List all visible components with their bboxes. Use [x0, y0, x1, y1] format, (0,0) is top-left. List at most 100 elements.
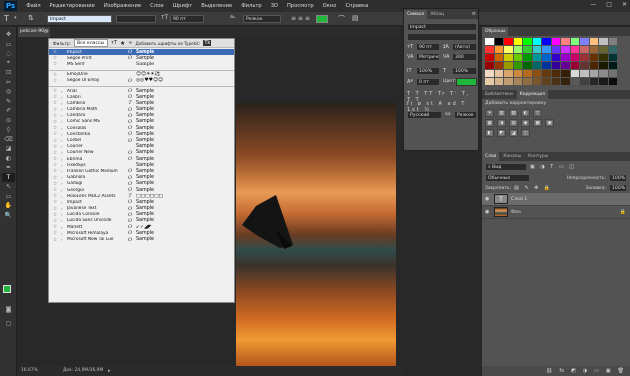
- color-swatch[interactable]: [599, 70, 608, 77]
- star-icon[interactable]: ☆: [49, 144, 61, 150]
- color-swatch[interactable]: [570, 70, 579, 77]
- foreground-color-swatch[interactable]: [3, 285, 11, 293]
- color-swatch[interactable]: [485, 46, 494, 53]
- layer-name[interactable]: Слой 1: [511, 197, 527, 202]
- color-swatch[interactable]: [551, 54, 560, 61]
- filter-tt-icon[interactable]: ᴛT: [111, 40, 117, 46]
- adjustment-icon[interactable]: ◑: [497, 119, 506, 127]
- menu-image[interactable]: Изображение: [104, 3, 141, 9]
- font-item-segoe-ui-emoji[interactable]: ☆ Segoe UI Emoji O ◎◎♥♥☺☺: [49, 78, 234, 84]
- menu-layer[interactable]: Слои: [150, 3, 163, 9]
- color-swatch[interactable]: [542, 54, 551, 61]
- star-icon[interactable]: ☆: [49, 78, 61, 84]
- star-icon[interactable]: ☆: [49, 94, 61, 100]
- menu-help[interactable]: Справка: [345, 3, 368, 9]
- lock-icons[interactable]: ▨ ✎ ✥ 🔒: [514, 185, 552, 191]
- layers-footer-icon[interactable]: ▭: [594, 368, 599, 374]
- color-swatch[interactable]: [542, 46, 551, 53]
- menu-edit[interactable]: Редактирование: [50, 3, 95, 9]
- menu-file[interactable]: Файл: [26, 3, 40, 9]
- color-swatch[interactable]: [599, 38, 608, 45]
- star-icon[interactable]: ☆: [49, 100, 61, 106]
- shape-tool-icon[interactable]: ▭: [2, 192, 15, 202]
- color-swatch[interactable]: [570, 38, 579, 45]
- char-font-style[interactable]: [407, 33, 477, 41]
- opacity-field[interactable]: 100%: [609, 174, 627, 182]
- adjustment-icon[interactable]: ▥: [497, 109, 506, 117]
- char-font-size[interactable]: 90 пт: [416, 43, 440, 51]
- layers-footer-icon[interactable]: fx: [559, 368, 564, 374]
- star-icon[interactable]: ☆: [49, 193, 61, 199]
- menu-window[interactable]: Окно: [323, 3, 337, 9]
- color-swatch[interactable]: [523, 70, 532, 77]
- color-swatch[interactable]: [570, 78, 579, 85]
- tab-paragraph[interactable]: Абзац: [427, 10, 447, 19]
- color-swatch[interactable]: [589, 78, 598, 85]
- color-swatch[interactable]: [513, 62, 522, 69]
- color-swatch[interactable]: [589, 70, 598, 77]
- eyedropper-tool-icon[interactable]: ✂: [2, 78, 15, 88]
- tab-adjustments[interactable]: Коррекция: [516, 90, 548, 99]
- color-swatch[interactable]: [561, 54, 570, 61]
- color-swatch[interactable]: [523, 54, 532, 61]
- layer-filter-icons[interactable]: ▣ ◑ T ▭ ◫: [530, 164, 576, 170]
- type-tool-icon[interactable]: T: [2, 172, 15, 182]
- layers-footer-icon[interactable]: ⛓: [546, 368, 552, 374]
- color-swatch[interactable]: [532, 62, 541, 69]
- path-select-tool-icon[interactable]: ↖: [2, 182, 15, 192]
- stamp-tool-icon[interactable]: ✐: [2, 106, 15, 116]
- color-swatch[interactable]: [589, 62, 598, 69]
- color-swatch[interactable]: [485, 54, 494, 61]
- close-button[interactable]: ✕: [622, 1, 627, 8]
- font-style-field[interactable]: [116, 15, 156, 23]
- star-icon[interactable]: ☆: [49, 212, 61, 218]
- eye-icon[interactable]: ◉: [485, 196, 491, 202]
- color-swatch[interactable]: [485, 78, 494, 85]
- color-swatch[interactable]: [513, 38, 522, 45]
- color-swatch[interactable]: [551, 38, 560, 45]
- char-color-swatch[interactable]: [456, 78, 477, 86]
- color-swatch[interactable]: [494, 46, 503, 53]
- brush-tool-icon[interactable]: ✎: [2, 97, 15, 107]
- color-swatch[interactable]: [485, 70, 494, 77]
- color-swatch[interactable]: [504, 54, 513, 61]
- color-swatch[interactable]: [561, 46, 570, 53]
- tab-channels[interactable]: Каналы: [500, 152, 524, 161]
- color-swatch[interactable]: [504, 38, 513, 45]
- color-swatch[interactable]: [513, 54, 522, 61]
- char-leading[interactable]: (Авто): [452, 43, 477, 51]
- color-swatch[interactable]: [580, 78, 589, 85]
- color-swatch[interactable]: [551, 62, 560, 69]
- eraser-tool-icon[interactable]: ◊: [2, 125, 15, 135]
- color-swatch[interactable]: [494, 70, 503, 77]
- star-filter-icon[interactable]: ★: [120, 40, 125, 47]
- tab-swatches[interactable]: Образцы: [482, 27, 509, 36]
- color-swatch[interactable]: [504, 46, 513, 53]
- color-swatch[interactable]: [570, 54, 579, 61]
- type-tool-icon[interactable]: T: [4, 14, 9, 23]
- quick-select-tool-icon[interactable]: ⌖: [2, 59, 15, 69]
- layers-footer-icon[interactable]: 🗑: [618, 368, 624, 374]
- color-swatch[interactable]: [608, 62, 617, 69]
- star-icon[interactable]: ☆: [49, 168, 61, 174]
- color-swatch[interactable]: [570, 46, 579, 53]
- filter-select[interactable]: Все классы: [73, 39, 108, 47]
- star-icon[interactable]: ☆: [49, 131, 61, 137]
- star-icon[interactable]: ☆: [49, 237, 61, 243]
- color-swatch[interactable]: [599, 78, 608, 85]
- warp-text-icon[interactable]: ⌒: [338, 14, 345, 24]
- crop-tool-icon[interactable]: ⊡: [2, 68, 15, 78]
- char-anti-alias[interactable]: Резкое: [454, 111, 477, 119]
- adjustment-icon[interactable]: ◩: [497, 129, 506, 137]
- color-swatch[interactable]: [561, 62, 570, 69]
- blur-tool-icon[interactable]: ◪: [2, 144, 15, 154]
- char-baseline-shift[interactable]: 0 пт: [416, 78, 440, 86]
- color-swatch[interactable]: [532, 46, 541, 53]
- minimize-button[interactable]: —: [590, 1, 596, 8]
- star-icon[interactable]: ☆: [49, 55, 61, 61]
- tab-paths[interactable]: Контуры: [525, 152, 551, 161]
- star-icon[interactable]: ☆: [49, 206, 61, 212]
- char-vertical-scale[interactable]: 100%: [416, 67, 440, 75]
- menu-select[interactable]: Выделение: [201, 3, 232, 9]
- font-item[interactable]: ☆ › Microsoft New Tai Lue O Sample: [49, 236, 234, 243]
